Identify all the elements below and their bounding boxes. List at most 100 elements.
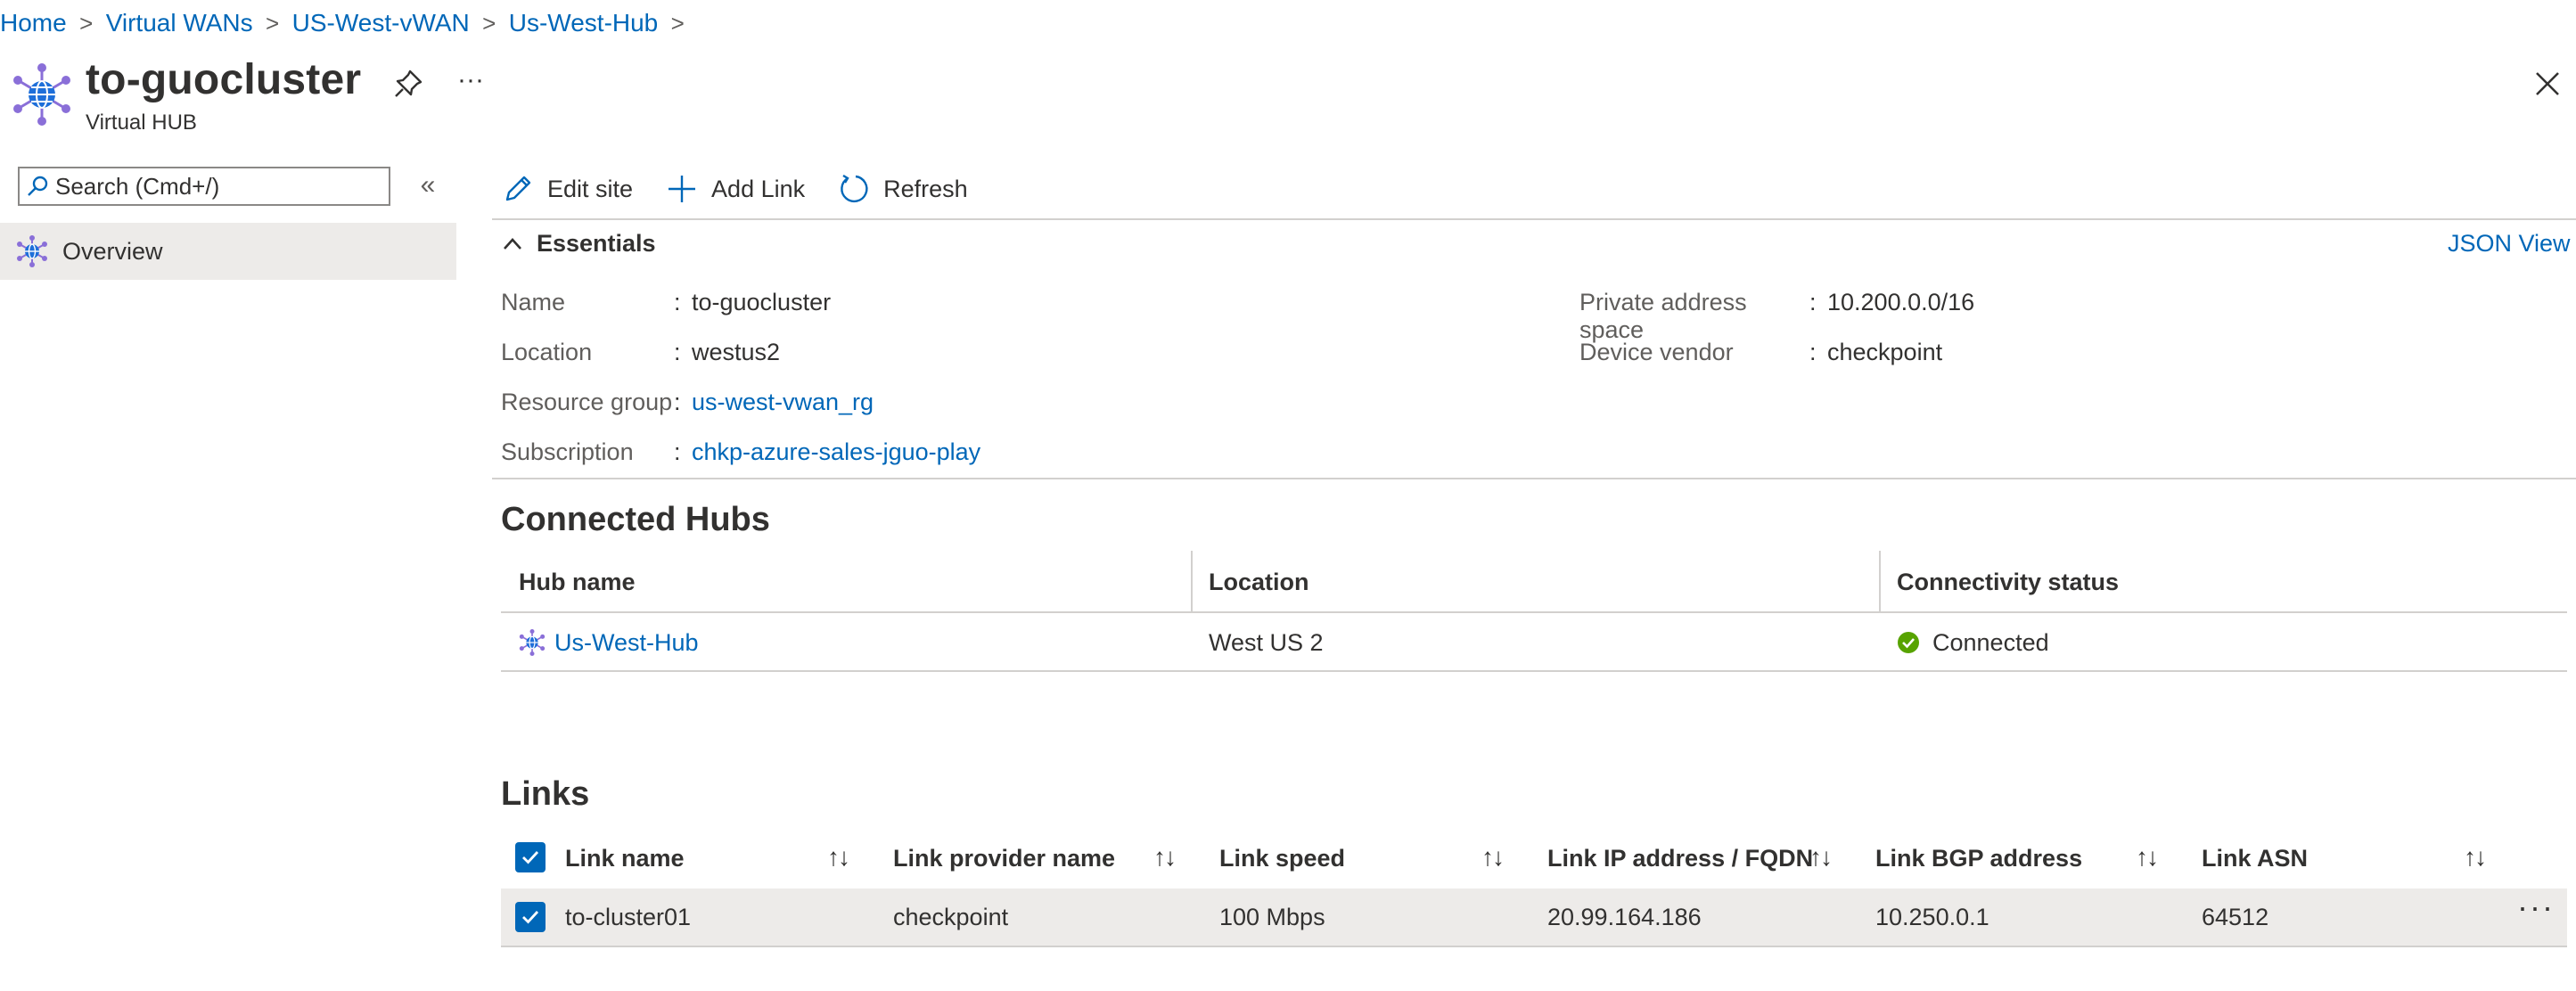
- property-key: Name: [501, 289, 566, 315]
- resource-group-link[interactable]: us-west-vwan_rg: [692, 389, 874, 416]
- links-title: Links: [501, 775, 590, 813]
- property-resource-group: Resource group : us-west-vwan_rg: [501, 389, 874, 416]
- command-bar: Edit site Add Link Refresh: [501, 168, 1000, 210]
- json-view-link[interactable]: JSON View: [2448, 230, 2571, 258]
- edit-icon: [501, 172, 535, 206]
- virtual-hub-icon: [519, 629, 546, 656]
- property-key: Device vendor: [1579, 339, 1734, 365]
- link-bgp-cell: 10.250.0.1: [1875, 903, 1989, 930]
- property-separator: :: [674, 389, 681, 415]
- column-header-link-asn[interactable]: Link ASN: [2202, 845, 2308, 872]
- breadcrumb-hub[interactable]: Us-West-Hub: [509, 9, 659, 37]
- hub-status-cell: Connected: [1897, 624, 2049, 661]
- column-header-link-name[interactable]: Link name: [565, 845, 685, 872]
- sort-icon[interactable]: ↑↓: [1153, 843, 1177, 872]
- virtual-hub-icon: [12, 62, 71, 127]
- link-name-cell: to-cluster01: [565, 903, 692, 930]
- status-connected-icon: [1897, 631, 1920, 654]
- breadcrumb: Home > Virtual WANs > US-West-vWAN > Us-…: [0, 5, 697, 41]
- breadcrumb-separator: >: [482, 9, 496, 37]
- breadcrumb-home[interactable]: Home: [0, 9, 67, 37]
- add-link-label: Add Link: [711, 175, 806, 202]
- property-separator: :: [674, 289, 681, 315]
- breadcrumb-vwan[interactable]: US-West-vWAN: [292, 9, 470, 37]
- edit-site-button[interactable]: Edit site: [501, 172, 633, 206]
- row-checkbox[interactable]: [515, 902, 546, 932]
- property-key: Resource group: [501, 389, 673, 415]
- property-key: Subscription: [501, 438, 634, 465]
- edit-site-label: Edit site: [547, 175, 634, 202]
- refresh-button[interactable]: Refresh: [837, 172, 968, 206]
- column-header-link-speed[interactable]: Link speed: [1219, 845, 1345, 872]
- hub-name-link[interactable]: Us-West-Hub: [554, 629, 699, 657]
- divider: [501, 946, 2567, 947]
- checkmark-icon: [522, 851, 539, 864]
- column-divider[interactable]: [1191, 551, 1193, 611]
- sort-icon[interactable]: ↑↓: [2136, 843, 2159, 872]
- essentials-title: Essentials: [537, 230, 656, 257]
- sort-icon[interactable]: ↑↓: [2464, 843, 2487, 872]
- subscription-link[interactable]: chkp-azure-sales-jguo-play: [692, 438, 980, 466]
- breadcrumb-separator: >: [266, 9, 280, 37]
- column-header-hub-name[interactable]: Hub name: [519, 569, 636, 596]
- breadcrumb-virtual-wans[interactable]: Virtual WANs: [106, 9, 253, 37]
- property-value: 10.200.0.0/16: [1827, 289, 1975, 315]
- column-divider[interactable]: [1879, 551, 1881, 611]
- hub-name-cell: Us-West-Hub: [519, 624, 699, 661]
- sidebar-item-overview[interactable]: Overview: [0, 223, 456, 280]
- essentials-toggle[interactable]: Essentials: [501, 230, 656, 258]
- connected-hubs-title: Connected Hubs: [501, 501, 770, 538]
- property-separator: :: [674, 339, 681, 365]
- column-header-link-provider-name[interactable]: Link provider name: [893, 845, 1115, 872]
- link-speed-cell: 100 Mbps: [1219, 903, 1325, 930]
- column-header-link-ip-address[interactable]: Link IP address / FQDN: [1547, 845, 1813, 872]
- more-options-icon[interactable]: ···: [453, 66, 488, 102]
- search-box: [18, 167, 390, 206]
- property-private-address-space: Private address space : 10.200.0.0/16: [1579, 289, 1974, 344]
- page-subtitle: Virtual HUB: [86, 111, 197, 135]
- page-title: to-guocluster: [86, 56, 362, 103]
- divider: [492, 478, 2576, 479]
- collapse-sidebar-icon[interactable]: «: [412, 171, 444, 203]
- property-key: Private address space: [1579, 289, 1747, 343]
- property-device-vendor: Device vendor : checkpoint: [1579, 339, 1942, 366]
- chevron-up-icon: [501, 233, 524, 256]
- divider: [501, 670, 2567, 672]
- sort-icon[interactable]: ↑↓: [1481, 843, 1505, 872]
- property-separator: :: [1809, 339, 1817, 365]
- column-header-connectivity-status[interactable]: Connectivity status: [1897, 569, 2119, 596]
- sort-icon[interactable]: ↑↓: [827, 843, 850, 872]
- property-separator: :: [1809, 289, 1817, 315]
- hub-location-cell: West US 2: [1209, 628, 1324, 656]
- search-icon: [20, 168, 55, 204]
- divider: [501, 611, 2567, 613]
- breadcrumb-separator: >: [79, 9, 94, 37]
- select-all-checkbox[interactable]: [515, 842, 546, 872]
- property-subscription: Subscription : chkp-azure-sales-jguo-pla…: [501, 438, 980, 466]
- property-location: Location : westus2: [501, 339, 780, 366]
- property-value: checkpoint: [1827, 339, 1943, 365]
- link-provider-cell: checkpoint: [893, 903, 1009, 930]
- link-ip-cell: 20.99.164.186: [1547, 903, 1702, 930]
- search-input[interactable]: [55, 172, 376, 201]
- breadcrumb-separator: >: [670, 9, 685, 37]
- divider: [492, 218, 2576, 220]
- close-icon[interactable]: [2530, 66, 2565, 102]
- property-value: westus2: [692, 339, 781, 365]
- property-name: Name : to-guocluster: [501, 289, 831, 316]
- property-key: Location: [501, 339, 593, 365]
- checkmark-icon: [522, 911, 539, 924]
- property-value: to-guocluster: [692, 289, 832, 315]
- row-more-options-icon[interactable]: ···: [2517, 891, 2555, 923]
- pin-icon[interactable]: [390, 66, 426, 102]
- link-asn-cell: 64512: [2202, 903, 2269, 930]
- sidebar-item-label: Overview: [62, 237, 163, 265]
- refresh-label: Refresh: [883, 175, 968, 202]
- status-text: Connected: [1932, 628, 2049, 656]
- add-icon: [665, 172, 699, 206]
- refresh-icon: [837, 172, 871, 206]
- add-link-button[interactable]: Add Link: [665, 172, 805, 206]
- column-header-location[interactable]: Location: [1209, 569, 1309, 596]
- sort-icon[interactable]: ↑↓: [1809, 843, 1833, 872]
- column-header-link-bgp-address[interactable]: Link BGP address: [1875, 845, 2082, 872]
